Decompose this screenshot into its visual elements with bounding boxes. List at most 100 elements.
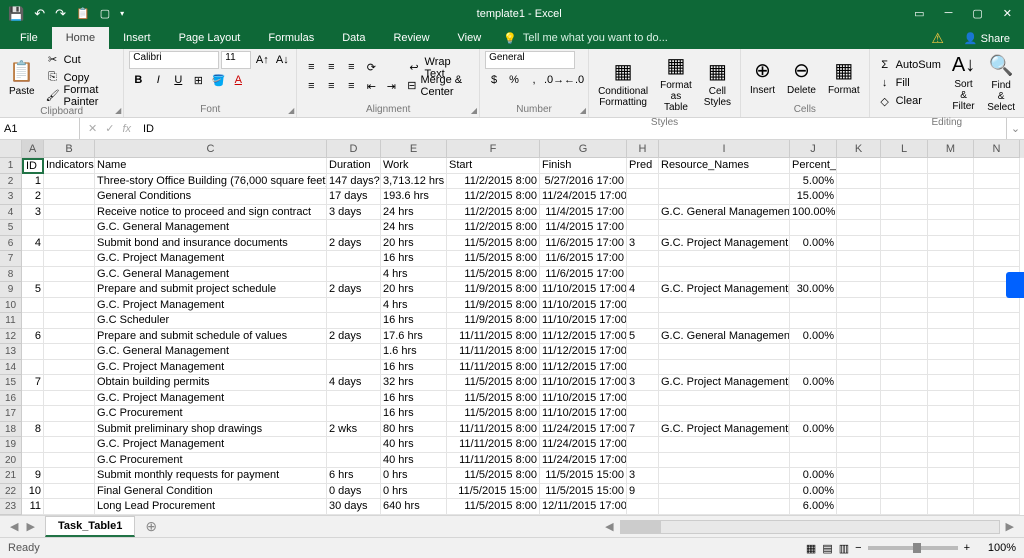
- cell[interactable]: [44, 344, 95, 360]
- cut-button[interactable]: ✂Cut: [43, 51, 119, 68]
- cell[interactable]: [327, 406, 381, 422]
- cell[interactable]: Three-story Office Building (76,000 squa…: [95, 174, 327, 190]
- cell[interactable]: 11/2/2015 8:00: [447, 174, 540, 190]
- row-header[interactable]: 15: [0, 375, 22, 391]
- cell[interactable]: [44, 499, 95, 515]
- cell[interactable]: Final General Condition: [95, 484, 327, 500]
- cell[interactable]: 640 hrs: [381, 499, 447, 515]
- row-header[interactable]: 8: [0, 267, 22, 283]
- cell[interactable]: [627, 251, 659, 267]
- cell[interactable]: [659, 360, 790, 376]
- cell[interactable]: [22, 453, 44, 469]
- cell[interactable]: G.C. General Management: [95, 344, 327, 360]
- col-header-N[interactable]: N: [974, 140, 1020, 158]
- cell[interactable]: [659, 468, 790, 484]
- cell[interactable]: G.C Procurement: [95, 406, 327, 422]
- cell[interactable]: [881, 220, 928, 236]
- cell[interactable]: [881, 329, 928, 345]
- cell[interactable]: 11/5/2015 8:00: [447, 236, 540, 252]
- cell[interactable]: 11: [22, 499, 44, 515]
- cell[interactable]: G.C. Project Management,: [659, 236, 790, 252]
- cell[interactable]: 5.00%: [790, 174, 837, 190]
- cell[interactable]: [974, 437, 1020, 453]
- cell[interactable]: 11/12/2015 17:00: [540, 360, 627, 376]
- cell[interactable]: [881, 468, 928, 484]
- cell[interactable]: [627, 453, 659, 469]
- tab-insert[interactable]: Insert: [109, 27, 165, 49]
- accept-formula-icon[interactable]: ✓: [105, 122, 114, 135]
- cell[interactable]: 0 hrs: [381, 484, 447, 500]
- sheet-tab-task-table1[interactable]: Task_Table1: [45, 516, 135, 537]
- cell[interactable]: [837, 422, 881, 438]
- cell[interactable]: 11/2/2015 8:00: [447, 205, 540, 221]
- cell[interactable]: 11/4/2015 17:00: [540, 220, 627, 236]
- cell[interactable]: 10: [22, 484, 44, 500]
- cell[interactable]: [659, 453, 790, 469]
- cell[interactable]: [22, 406, 44, 422]
- horizontal-scrollbar[interactable]: [620, 520, 1000, 534]
- cell[interactable]: [22, 391, 44, 407]
- decrease-decimal-icon[interactable]: ←.0: [565, 71, 583, 89]
- cell[interactable]: G.C. Project Management: [95, 437, 327, 453]
- clear-button[interactable]: ◇Clear: [875, 93, 944, 110]
- cell[interactable]: 11/6/2015 17:00: [540, 267, 627, 283]
- sheet-prev-icon[interactable]: ◀: [10, 520, 18, 533]
- italic-button[interactable]: I: [149, 71, 167, 89]
- cell[interactable]: [928, 267, 974, 283]
- bold-button[interactable]: B: [129, 71, 147, 89]
- cell[interactable]: 193.6 hrs: [381, 189, 447, 205]
- cell[interactable]: [974, 499, 1020, 515]
- cell[interactable]: [44, 360, 95, 376]
- cell[interactable]: [790, 251, 837, 267]
- tab-review[interactable]: Review: [379, 27, 443, 49]
- cell[interactable]: 4: [22, 236, 44, 252]
- cell[interactable]: 11/2/2015 8:00: [447, 189, 540, 205]
- cells-area[interactable]: IDIndicatorsNameDurationWorkStartFinishP…: [22, 158, 1024, 515]
- row-header[interactable]: 23: [0, 499, 22, 515]
- insert-button[interactable]: ⊕Insert: [746, 51, 779, 102]
- scroll-right-icon[interactable]: ▶: [1002, 520, 1018, 533]
- cell[interactable]: 11/5/2015 8:00: [447, 406, 540, 422]
- row-header[interactable]: 18: [0, 422, 22, 438]
- cell[interactable]: [837, 174, 881, 190]
- increase-font-icon[interactable]: A↑: [253, 51, 271, 69]
- cell[interactable]: G.C. General Management: [95, 267, 327, 283]
- cell[interactable]: [44, 174, 95, 190]
- decrease-font-icon[interactable]: A↓: [273, 51, 291, 69]
- dialog-launcher-icon[interactable]: ◢: [471, 106, 477, 115]
- cell[interactable]: [327, 313, 381, 329]
- cell[interactable]: 4 hrs: [381, 267, 447, 283]
- cell[interactable]: 2 days: [327, 236, 381, 252]
- cell[interactable]: [44, 205, 95, 221]
- cell[interactable]: 30.00%: [790, 282, 837, 298]
- cell[interactable]: [22, 313, 44, 329]
- cell[interactable]: Duration: [327, 158, 381, 174]
- number-format-dropdown[interactable]: General: [485, 51, 575, 69]
- cell[interactable]: 40 hrs: [381, 437, 447, 453]
- cell[interactable]: [928, 220, 974, 236]
- cell[interactable]: 11/2/2015 8:00: [447, 220, 540, 236]
- row-header[interactable]: 21: [0, 468, 22, 484]
- cell[interactable]: Submit preliminary shop drawings: [95, 422, 327, 438]
- cell[interactable]: 11/12/2015 17:00: [540, 344, 627, 360]
- row-header[interactable]: 3: [0, 189, 22, 205]
- cell[interactable]: [928, 205, 974, 221]
- tell-me[interactable]: 💡Tell me what you want to do...: [503, 32, 668, 45]
- cell[interactable]: 11/5/2015 8:00: [447, 251, 540, 267]
- cell[interactable]: [974, 391, 1020, 407]
- cell[interactable]: G.C. Project Management: [95, 251, 327, 267]
- cell[interactable]: [881, 298, 928, 314]
- cell[interactable]: [659, 313, 790, 329]
- row-header[interactable]: 12: [0, 329, 22, 345]
- cell[interactable]: [974, 220, 1020, 236]
- cell[interactable]: 15.00%: [790, 189, 837, 205]
- cell[interactable]: Finish: [540, 158, 627, 174]
- cell[interactable]: 11/5/2015 15:00: [447, 484, 540, 500]
- cell[interactable]: 11/5/2015 8:00: [447, 375, 540, 391]
- page-layout-view-icon[interactable]: ▤: [822, 542, 832, 555]
- cell[interactable]: 24 hrs: [381, 205, 447, 221]
- align-bottom-icon[interactable]: ≡: [342, 58, 360, 76]
- conditional-formatting-button[interactable]: ▦Conditional Formatting: [594, 51, 652, 115]
- cell[interactable]: 80 hrs: [381, 422, 447, 438]
- cell[interactable]: [659, 437, 790, 453]
